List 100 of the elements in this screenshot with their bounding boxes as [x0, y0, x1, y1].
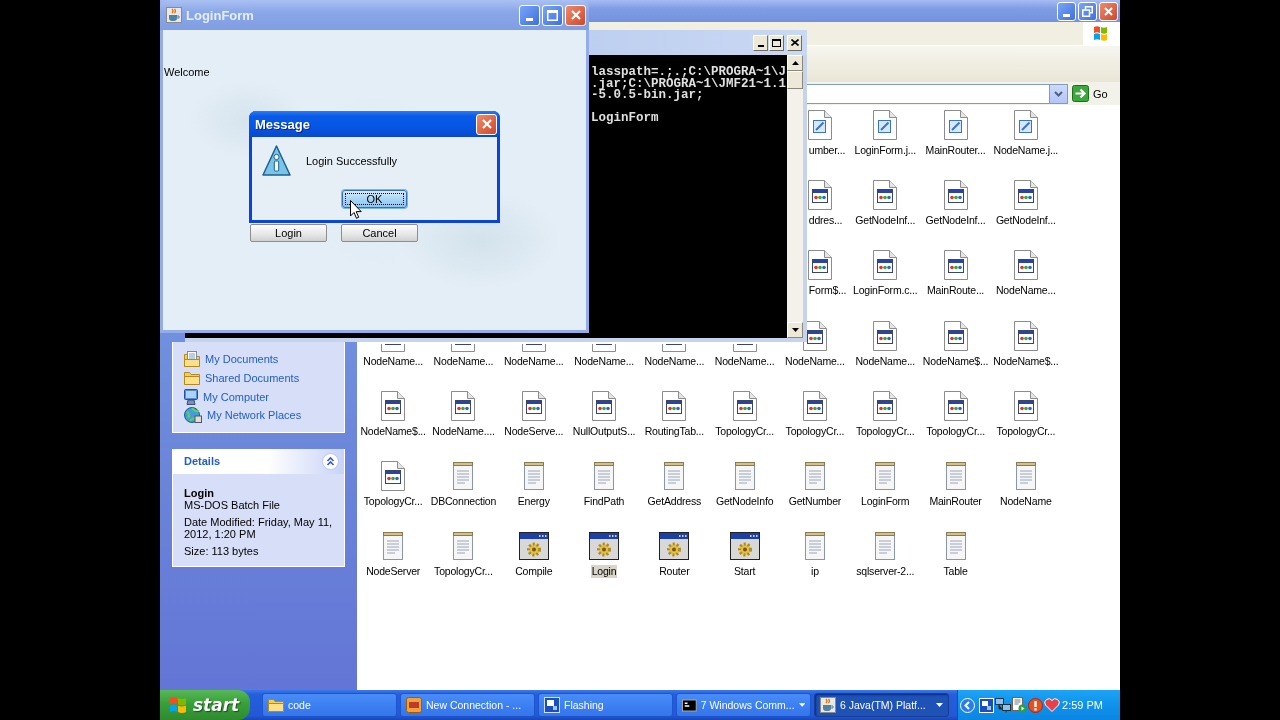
file-item[interactable]: NodeName...: [713, 343, 776, 368]
file-item[interactable]: TopologyCr...: [995, 389, 1057, 438]
java-source-file-icon: [873, 110, 898, 140]
address-field[interactable]: [807, 83, 1049, 104]
scroll-down-button[interactable]: [787, 322, 803, 338]
close-button[interactable]: [787, 34, 802, 51]
file-item[interactable]: Router: [658, 530, 691, 579]
file-item[interactable]: NodeName: [999, 459, 1053, 508]
file-item[interactable]: Table: [942, 530, 969, 579]
taskbar-button[interactable]: Flashing: [538, 693, 673, 717]
file-item[interactable]: NodeName...: [995, 249, 1057, 298]
network-icon[interactable]: [995, 697, 1011, 713]
restore-button[interactable]: [1078, 1, 1097, 21]
file-item[interactable]: NodeServe...: [503, 389, 565, 438]
file-item[interactable]: ddres...: [807, 179, 844, 228]
place-link[interactable]: Shared Documents: [184, 368, 344, 388]
arrow-right-icon: [1072, 85, 1089, 102]
class-file-icon: [802, 390, 827, 421]
chevrons-up-icon[interactable]: [322, 452, 339, 470]
file-item[interactable]: NodeName...: [854, 319, 917, 368]
file-item[interactable]: FindPath: [582, 459, 626, 508]
file-item[interactable]: MainRoute...: [925, 249, 986, 298]
file-item[interactable]: LoginForm.c...: [852, 249, 919, 298]
file-item[interactable]: NodeName...: [573, 343, 635, 368]
place-link[interactable]: My Computer: [184, 387, 344, 407]
message-text: Login Successfully: [306, 154, 398, 167]
taskbar-button[interactable]: New Connection - ...: [400, 693, 535, 717]
file-item[interactable]: TopologyCr...: [854, 389, 916, 438]
file-item[interactable]: DBConnection: [429, 459, 498, 508]
file-type: MS-DOS Batch File: [184, 498, 280, 511]
file-item[interactable]: GetNodeInf...: [994, 179, 1057, 228]
taskbar-button[interactable]: 6 Java(TM) Platf...: [814, 693, 949, 717]
maximize-button[interactable]: [769, 34, 784, 51]
scroll-thumb[interactable]: [787, 71, 803, 89]
place-link[interactable]: My Network Places: [184, 406, 344, 425]
form-button[interactable]: Cancel: [341, 224, 418, 242]
file-item[interactable]: NullOutputS...: [571, 389, 637, 438]
window-icon[interactable]: [979, 697, 994, 713]
file-item[interactable]: NodeName$...: [992, 319, 1060, 368]
file-item[interactable]: GetNodeInfo: [714, 459, 775, 508]
console-line: lasspath=.;.;C:\PROGRA~1\J: [591, 67, 787, 79]
chevron-left-icon[interactable]: [960, 697, 975, 713]
file-item[interactable]: NodeName.j...: [992, 109, 1060, 157]
file-item[interactable]: NodeName...: [643, 343, 706, 368]
place-link[interactable]: My Documents: [184, 350, 344, 369]
file-item[interactable]: LoginForm: [860, 459, 911, 508]
computer-icon: [184, 388, 198, 405]
file-item[interactable]: NodeName...: [432, 343, 495, 368]
file-item[interactable]: GetNodeInf...: [924, 179, 987, 228]
scroll-up-button[interactable]: [787, 55, 803, 71]
file-item[interactable]: LoginForm.j...: [853, 109, 917, 157]
file-item[interactable]: NodeName....: [431, 389, 496, 438]
file-item[interactable]: TopologyCr...: [784, 389, 846, 438]
file-item[interactable]: TopologyCr...: [714, 389, 775, 438]
document-play-icon[interactable]: [1012, 697, 1027, 713]
file-item[interactable]: TopologyCr...: [362, 459, 424, 508]
file-item[interactable]: NodeName...: [362, 343, 424, 368]
file-item[interactable]: MainRouter: [928, 459, 983, 508]
close-icon: [570, 10, 581, 20]
file-item[interactable]: Form$...: [807, 249, 848, 298]
class-file-icon: [943, 320, 968, 351]
file-item[interactable]: sqlserver-2...: [855, 530, 916, 579]
class-file-icon: [1013, 180, 1038, 211]
taskbar-button[interactable]: code: [262, 693, 397, 717]
file-item[interactable]: TopologyCr...: [433, 530, 494, 579]
file-item[interactable]: ip: [804, 530, 825, 579]
coffee-cup-icon: [166, 7, 182, 23]
minimize-button[interactable]: [753, 34, 768, 51]
file-item[interactable]: Compile: [514, 530, 554, 579]
file-item[interactable]: NodeServer: [365, 530, 422, 579]
folder-icon: [268, 698, 284, 712]
file-item[interactable]: NodeName$...: [359, 389, 427, 438]
file-item[interactable]: GetNumber: [787, 459, 843, 508]
form-button[interactable]: Login: [250, 224, 327, 242]
scrollbar[interactable]: [787, 55, 803, 338]
go-button[interactable]: Go: [1072, 85, 1110, 102]
file-item[interactable]: GetNodeInf...: [854, 179, 917, 228]
file-item[interactable]: MainRouter...: [924, 109, 987, 157]
class-file-icon: [807, 250, 832, 281]
text-file-icon: [945, 461, 966, 490]
file-item[interactable]: NodeName$...: [921, 319, 990, 368]
file-item[interactable]: GetAddress: [646, 459, 703, 508]
batch-file-icon: [659, 532, 690, 561]
ok-button[interactable]: OK: [342, 190, 407, 208]
file-item[interactable]: Login: [589, 530, 620, 579]
caret-down-icon: [791, 328, 799, 332]
file-item[interactable]: NodeName...: [502, 343, 565, 368]
alert-icon[interactable]: [1028, 697, 1043, 713]
class-file-icon: [873, 320, 898, 351]
coffee-cup-icon: [820, 697, 836, 713]
text-file-icon: [804, 532, 825, 561]
text-file-icon: [594, 461, 615, 490]
file-item[interactable]: TopologyCr...: [925, 389, 986, 438]
file-item[interactable]: Energy: [516, 459, 551, 508]
file-item[interactable]: umber...: [807, 109, 847, 157]
file-item[interactable]: RoutingTab...: [643, 389, 705, 438]
dropdown-button[interactable]: [1049, 83, 1068, 104]
class-file-icon: [1013, 390, 1038, 421]
file-item[interactable]: Start: [729, 530, 760, 579]
taskbar-button[interactable]: 7 Windows Comm...: [676, 693, 811, 717]
